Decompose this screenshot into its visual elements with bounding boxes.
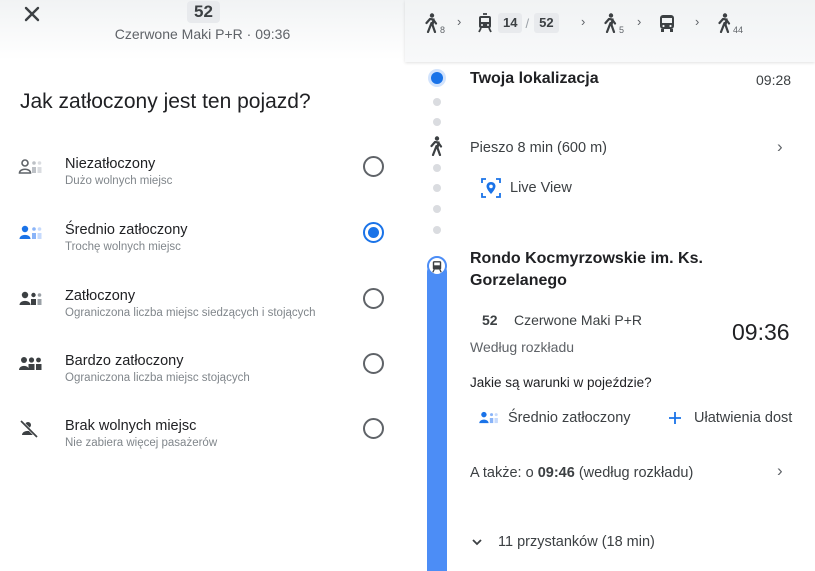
chevron-right-icon: › bbox=[637, 14, 642, 29]
walk-icon bbox=[430, 136, 443, 156]
line-chip-b: 52 bbox=[534, 13, 559, 33]
option-moderately-crowded[interactable]: Średnio zatłoczony Trochę wolnych miejsc bbox=[0, 222, 405, 272]
departure-destination: Czerwone Maki P+R bbox=[514, 312, 642, 328]
walk-minutes: 44 bbox=[733, 25, 744, 35]
option-title: Niezatłoczony bbox=[65, 156, 156, 172]
live-view-button[interactable]: Live View bbox=[480, 175, 572, 201]
crowd-status-label: Średnio zatłoczony bbox=[508, 410, 631, 426]
timeline-dot bbox=[433, 226, 441, 234]
close-icon bbox=[24, 6, 40, 22]
chevron-right-icon: › bbox=[695, 14, 700, 29]
radio-moderately-crowded[interactable] bbox=[363, 222, 384, 243]
option-title: Brak wolnych miejsc bbox=[65, 418, 197, 434]
option-very-crowded[interactable]: Bardzo zatłoczony Ograniczona liczba mie… bbox=[0, 353, 405, 403]
option-title: Średnio zatłoczony bbox=[65, 222, 188, 238]
option-subtitle: Nie zabiera więcej pasażerów bbox=[65, 437, 218, 449]
option-subtitle: Dużo wolnych miejsc bbox=[65, 175, 173, 187]
chevron-right-icon: › bbox=[457, 14, 462, 29]
walk-segment: 5 bbox=[602, 9, 624, 37]
bus-segment bbox=[658, 9, 676, 37]
timeline-dot bbox=[433, 164, 441, 172]
walk-icon bbox=[718, 13, 731, 33]
live-view-label: Live View bbox=[510, 180, 572, 196]
stop-name-line1: Rondo Kocmyrzowskie im. Ks. bbox=[470, 250, 703, 267]
option-subtitle: Trochę wolnych miejsc bbox=[65, 241, 181, 253]
walk-segment: 44 bbox=[716, 9, 743, 37]
option-title: Zatłoczony bbox=[65, 288, 136, 304]
also-time: 09:46 bbox=[537, 465, 575, 481]
walk-directions-link[interactable]: Pieszo 8 min (600 m) bbox=[470, 140, 607, 156]
tram-segment: 14 / 52 bbox=[477, 9, 559, 37]
crowd-status-chip[interactable]: Średnio zatłoczony bbox=[478, 408, 631, 428]
radio-crowded[interactable] bbox=[363, 288, 384, 309]
origin-label: Twoja lokalizacja bbox=[470, 70, 599, 87]
chevron-right-icon[interactable]: › bbox=[777, 137, 783, 157]
tram-icon bbox=[478, 13, 492, 33]
trip-details-panel: 8 › 14 / 52 › 5 › › 44 Twoja lokalizacja… bbox=[405, 0, 815, 571]
departure-time: 09:36 bbox=[732, 319, 790, 345]
stop-name-line2: Gorzelanego bbox=[470, 272, 567, 289]
tram-stop-marker bbox=[427, 256, 447, 276]
accessibility-label: Ułatwienia dost bbox=[694, 410, 793, 426]
conditions-question: Jakie są warunki w pojeździe? bbox=[470, 375, 652, 390]
accessibility-chip[interactable]: Ułatwienia dost bbox=[667, 408, 815, 428]
stops-expander[interactable]: 11 przystanków (18 min) bbox=[470, 532, 655, 552]
people-blue-icon bbox=[479, 411, 498, 424]
people-very-crowded-icon bbox=[19, 357, 42, 370]
plus-icon bbox=[669, 412, 681, 424]
no-seats-icon bbox=[19, 420, 39, 438]
route-summary-bar[interactable]: 8 › 14 / 52 › 5 › › 44 bbox=[405, 0, 815, 62]
people-outline-icon bbox=[18, 159, 42, 174]
walk-minutes: 5 bbox=[619, 25, 625, 35]
trip-subtitle: Czerwone Maki P+R · 09:36 bbox=[114, 26, 291, 42]
timeline-dot bbox=[433, 184, 441, 192]
origin-dot bbox=[431, 72, 443, 84]
walk-icon bbox=[425, 13, 438, 33]
radio-no-seats[interactable] bbox=[363, 418, 384, 439]
people-blue-icon bbox=[19, 225, 42, 239]
chevron-right-icon[interactable]: › bbox=[777, 461, 783, 481]
bus-icon bbox=[660, 15, 674, 32]
crowding-feedback-panel: 52 Czerwone Maki P+R · 09:36 Jak zatłocz… bbox=[0, 0, 405, 571]
line-chip-a: 14 bbox=[498, 13, 523, 33]
route-number-badge: 52 bbox=[187, 1, 220, 23]
crowding-question: Jak zatłoczony jest ten pojazd? bbox=[20, 90, 311, 113]
live-view-icon bbox=[481, 178, 501, 198]
also-departs-link[interactable]: A także: o 09:46 (według rozkładu) bbox=[470, 465, 693, 481]
walk-icon bbox=[604, 13, 617, 33]
also-suffix: (według rozkładu) bbox=[574, 465, 694, 481]
people-crowded-icon bbox=[19, 291, 42, 305]
left-header: 52 Czerwone Maki P+R · 09:36 bbox=[0, 0, 405, 60]
option-subtitle: Ograniczona liczba miejsc siedzących i s… bbox=[65, 307, 316, 319]
radio-not-crowded[interactable] bbox=[363, 156, 384, 177]
tram-icon bbox=[432, 261, 442, 273]
option-subtitle: Ograniczona liczba miejsc stojących bbox=[65, 372, 250, 384]
departure-line-number: 52 bbox=[482, 312, 498, 328]
chevron-right-icon: › bbox=[581, 14, 586, 29]
radio-very-crowded[interactable] bbox=[363, 353, 384, 374]
walk-segment: 8 bbox=[423, 9, 445, 37]
option-title: Bardzo zatłoczony bbox=[65, 353, 184, 369]
timeline-dot bbox=[433, 118, 441, 126]
line-separator: / bbox=[525, 15, 530, 31]
timeline-dot bbox=[433, 98, 441, 106]
schedule-note: Według rozkładu bbox=[470, 339, 575, 355]
close-button[interactable] bbox=[20, 2, 44, 26]
stops-summary: 11 przystanków (18 min) bbox=[498, 534, 655, 550]
timeline-dot bbox=[433, 205, 441, 213]
chevron-down-icon bbox=[472, 539, 482, 546]
option-no-seats[interactable]: Brak wolnych miejsc Nie zabiera więcej p… bbox=[0, 418, 405, 468]
option-not-crowded[interactable]: Niezatłoczony Dużo wolnych miejsc bbox=[0, 156, 405, 206]
also-prefix: A także: o bbox=[470, 465, 538, 481]
walk-minutes: 8 bbox=[440, 25, 446, 35]
option-crowded[interactable]: Zatłoczony Ograniczona liczba miejsc sie… bbox=[0, 288, 405, 338]
origin-time: 09:28 bbox=[756, 72, 792, 88]
transit-route-line bbox=[427, 262, 447, 571]
